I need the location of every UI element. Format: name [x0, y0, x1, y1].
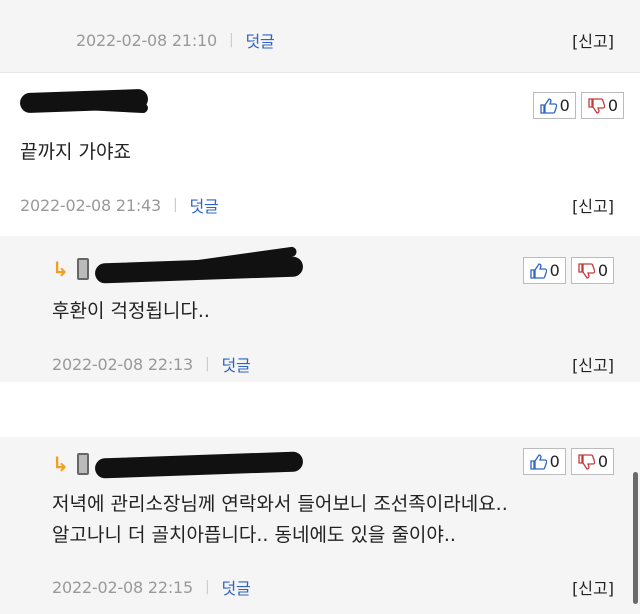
- reply-arrow-icon: ↳: [52, 257, 69, 281]
- upvote-count: 0: [559, 96, 570, 115]
- downvote-count: 0: [597, 261, 608, 280]
- upvote-count: 0: [549, 452, 560, 471]
- comment-meta: 2022-02-08 22:15 | 덧글: [52, 575, 251, 599]
- vote-buttons: 0 0: [522, 448, 614, 475]
- comment-4: ↳ 0 0 저녁에 관리소장님께 연락와서 들어보니 조선족이라네요.. 알고나…: [0, 437, 640, 614]
- redacted-author: [94, 449, 305, 479]
- vote-buttons: 0 0: [522, 257, 614, 284]
- redacted-author: [94, 246, 305, 284]
- comment-text: 후환이 걱정됩니다..: [52, 296, 210, 327]
- thumbs-down-icon: [578, 262, 595, 279]
- comment-meta: 2022-02-08 21:43 | 덧글: [20, 193, 219, 217]
- report-link[interactable]: [신고]: [572, 575, 614, 599]
- timestamp: 2022-02-08 22:15: [52, 577, 193, 597]
- downvote-count: 0: [607, 96, 618, 115]
- comment-meta: 2022-02-08 21:10 | 덧글: [76, 28, 275, 52]
- thumbs-down-icon: [578, 453, 595, 470]
- comment-meta: 2022-02-08 22:13 | 덧글: [52, 352, 251, 376]
- divider: |: [228, 32, 234, 48]
- reply-arrow-icon: ↳: [52, 452, 69, 476]
- reply-link[interactable]: 덧글: [222, 575, 251, 599]
- timestamp: 2022-02-08 21:43: [20, 195, 161, 215]
- report-link[interactable]: [신고]: [572, 352, 614, 376]
- thumbs-down-icon: [588, 97, 605, 114]
- timestamp: 2022-02-08 22:13: [52, 354, 193, 374]
- reply-link[interactable]: 덧글: [222, 352, 251, 376]
- divider: |: [204, 356, 210, 372]
- comment-author: [19, 87, 150, 117]
- redacted-author: [19, 87, 150, 117]
- comment-text-line: 저녁에 관리소장님께 연락와서 들어보니 조선족이라네요..: [52, 493, 508, 515]
- timestamp: 2022-02-08 21:10: [76, 30, 217, 50]
- upvote-count: 0: [549, 261, 560, 280]
- comment-author: ↳: [52, 449, 305, 479]
- comment-text-line: 끝까지 가야죠: [20, 141, 131, 163]
- upvote-button[interactable]: 0: [532, 92, 576, 119]
- upvote-button[interactable]: 0: [522, 257, 566, 284]
- reply-link[interactable]: 덧글: [190, 193, 219, 217]
- mobile-device-icon: [76, 453, 89, 475]
- comment-text-line: 알고나니 더 골치아픕니다.. 동네에도 있을 줄이야..: [52, 524, 456, 546]
- downvote-button[interactable]: 0: [570, 448, 614, 475]
- comment-3: ↳ 0 0 후환이 걱정됩니다.. 2022-02-08 22:13 | 덧글 …: [0, 236, 640, 382]
- divider: |: [204, 579, 210, 595]
- downvote-button[interactable]: 0: [570, 257, 614, 284]
- vote-buttons: 0 0: [532, 92, 624, 119]
- downvote-count: 0: [597, 452, 608, 471]
- comment-author: ↳: [52, 246, 305, 284]
- downvote-button[interactable]: 0: [580, 92, 624, 119]
- comment-text: 저녁에 관리소장님께 연락와서 들어보니 조선족이라네요.. 알고나니 더 골치…: [52, 489, 508, 551]
- upvote-button[interactable]: 0: [522, 448, 566, 475]
- reply-link[interactable]: 덧글: [246, 28, 275, 52]
- report-link[interactable]: [신고]: [572, 28, 614, 52]
- thumbs-up-icon: [539, 97, 557, 114]
- mobile-device-icon: [76, 258, 89, 280]
- report-link[interactable]: [신고]: [572, 193, 614, 217]
- divider: |: [172, 197, 178, 213]
- comment-1: 2022-02-08 21:10 | 덧글 [신고]: [0, 0, 640, 72]
- thumbs-up-icon: [529, 453, 547, 470]
- comment-text: 끝까지 가야죠: [20, 137, 131, 168]
- thumbs-up-icon: [529, 262, 547, 279]
- scrollbar[interactable]: [633, 472, 638, 604]
- comment-text-line: 후환이 걱정됩니다..: [52, 300, 210, 322]
- comment-2: 0 0 끝까지 가야죠 2022-02-08 21:43 | 덧글 [신고]: [0, 72, 640, 236]
